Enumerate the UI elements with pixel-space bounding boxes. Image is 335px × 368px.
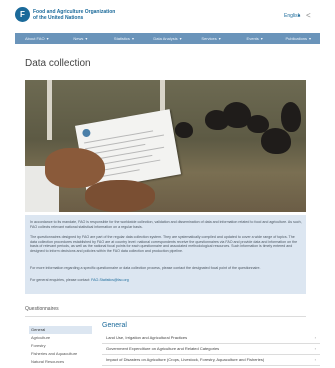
info-paragraph: For general enquiries, please contact: F…	[30, 278, 302, 283]
info-paragraph: The questionnaires designed by FAO are p…	[30, 235, 298, 253]
chicken	[261, 128, 291, 154]
chevron-down-icon: ▾	[179, 36, 182, 41]
nav-item-about[interactable]: About FAO ▾	[15, 36, 59, 41]
hero-photo	[25, 80, 306, 212]
nav-item-statistics[interactable]: Statistics ▾	[102, 36, 146, 41]
logo-glyph: F	[20, 10, 25, 19]
chevron-down-icon: ▾	[131, 36, 134, 41]
chicken	[175, 122, 193, 138]
nav-item-events[interactable]: Events ▾	[233, 36, 277, 41]
nav-item-data-analysis[interactable]: Data Analysis ▾	[146, 36, 190, 41]
accordion-label: Government Expenditure on Agriculture an…	[106, 346, 220, 351]
hand	[85, 180, 155, 212]
contact-email-link[interactable]: FAO-Statistics@fao.org	[91, 278, 129, 282]
fence-post	[47, 80, 52, 140]
questionnaires-heading: Questionnaires	[25, 306, 59, 312]
nav-item-services[interactable]: Services ▾	[189, 36, 233, 41]
nav-label: Data Analysis	[153, 36, 178, 41]
accordion-label: Impact of Disasters on Agriculture (Crop…	[106, 357, 265, 362]
chevron-down-icon[interactable]: ▾	[298, 13, 300, 18]
nav-label: About FAO	[24, 36, 45, 41]
chevron-right-icon: ›	[314, 357, 316, 362]
nav-label: Services	[201, 36, 217, 41]
sidebar-item-agriculture[interactable]: Agriculture	[29, 334, 92, 342]
info-contact-text: For general enquiries, please contact:	[30, 278, 91, 282]
accordion-row[interactable]: Land Use, Irrigation and Agricultural Pr…	[102, 333, 320, 344]
chicken	[281, 102, 301, 132]
nav-item-news[interactable]: News ▾	[59, 36, 103, 41]
accordion-row[interactable]: Impact of Disasters on Agriculture (Crop…	[102, 355, 320, 366]
nav-item-publications[interactable]: Publications ▾	[276, 36, 320, 41]
info-paragraph: In accordance to its mandate, FAO is res…	[30, 220, 302, 229]
nav-label: News	[73, 36, 84, 41]
chevron-down-icon: ▾	[309, 36, 312, 41]
questionnaire-sidebar: General Agriculture Forestry Fisheries a…	[29, 326, 92, 366]
fao-logo[interactable]: F	[15, 7, 30, 22]
chevron-down-icon: ▾	[260, 36, 263, 41]
info-paragraph: For more information regarding a specifi…	[30, 266, 261, 270]
page-title: Data collection	[25, 58, 91, 69]
nav-label: Publications	[285, 36, 308, 41]
main-nav: About FAO ▾ News ▾ Statistics ▾ Data Analys…	[15, 33, 320, 44]
sidebar-item-natural-resources[interactable]: Natural Resources	[29, 358, 92, 366]
nav-label: Events	[246, 36, 259, 41]
chevron-down-icon: ▾	[218, 36, 221, 41]
chevron-right-icon: ›	[314, 335, 316, 340]
sidebar-item-general[interactable]: General	[29, 326, 92, 334]
sidebar-item-forestry[interactable]: Forestry	[29, 342, 92, 350]
org-name-line2[interactable]: of the United Nations	[33, 15, 83, 21]
divider	[25, 316, 306, 317]
info-box: In accordance to its mandate, FAO is res…	[25, 215, 306, 294]
hand	[45, 148, 105, 188]
accordion-label: Land Use, Irrigation and Agricultural Pr…	[106, 335, 188, 340]
accordion-row[interactable]: Government Expenditure on Agriculture an…	[102, 344, 320, 355]
chevron-down-icon: ▾	[85, 36, 88, 41]
section-title: General	[102, 322, 127, 329]
share-icon[interactable]: <	[306, 11, 311, 20]
nav-label: Statistics	[113, 36, 130, 41]
paper-logo-icon	[81, 128, 92, 138]
chevron-right-icon: ›	[314, 346, 316, 351]
chevron-down-icon: ▾	[46, 36, 49, 41]
sidebar-item-fisheries[interactable]: Fisheries and Aquaculture	[29, 350, 92, 358]
